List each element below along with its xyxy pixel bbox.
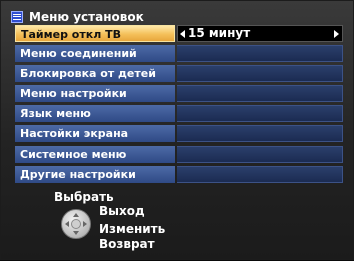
menu-list-icon xyxy=(11,11,23,23)
navigation-legend: Выбрать Выход Изменить Возврат xyxy=(1,187,354,261)
dpad-right-icon xyxy=(83,221,87,227)
arrow-left-icon[interactable] xyxy=(180,30,185,38)
menu-item-language[interactable]: Язык меню xyxy=(15,105,343,123)
menu-item-label: Таймер откл ТВ xyxy=(15,25,175,42)
menu-item-child-lock[interactable]: Блокировка от детей xyxy=(15,65,343,83)
menu-item-value-field xyxy=(177,105,343,123)
menu-item-label: Язык меню xyxy=(15,105,175,123)
menu-item-system[interactable]: Системное меню xyxy=(15,145,343,163)
dpad-down-icon xyxy=(73,231,79,235)
exit-hint: Выход xyxy=(99,204,145,218)
menu-item-label: Системное меню xyxy=(15,145,175,163)
back-hint: Возврат xyxy=(99,237,155,251)
sleep-timer-value[interactable]: 15 минут xyxy=(177,25,343,42)
menu-item-value-field xyxy=(177,65,343,83)
menu-item-display[interactable]: Настойки экрана xyxy=(15,125,343,143)
dpad-left-icon xyxy=(65,221,69,227)
change-hint: Изменить xyxy=(99,222,166,236)
menu-item-label: Блокировка от детей xyxy=(15,65,175,83)
menu-item-value-field xyxy=(177,165,343,183)
menu-item-label: Настойки экрана xyxy=(15,125,175,143)
menu-item-label: Меню настройки xyxy=(15,85,175,103)
menu-item-value-field xyxy=(177,85,343,103)
menu-title: Меню установок xyxy=(29,10,144,24)
menu-item-value-field xyxy=(177,45,343,63)
menu-item-tuning[interactable]: Меню настройки xyxy=(15,85,343,103)
menu-item-value-field xyxy=(177,145,343,163)
settings-menu: Таймер откл ТВ 15 минут Меню соединений … xyxy=(15,25,343,186)
sleep-timer-value-text: 15 минут xyxy=(188,26,251,40)
menu-item-label: Меню соединений xyxy=(15,45,175,63)
arrow-right-icon[interactable] xyxy=(334,30,339,38)
dpad-up-icon xyxy=(73,213,79,217)
menu-item-sleep-timer[interactable]: Таймер откл ТВ 15 минут xyxy=(15,25,343,42)
select-hint: Выбрать xyxy=(54,190,114,204)
dpad-icon xyxy=(61,209,91,239)
menu-header: Меню установок xyxy=(11,7,144,27)
dpad-ok-icon xyxy=(71,219,81,229)
menu-item-label: Другие настройки xyxy=(15,165,175,183)
tv-settings-screen: Меню установок Таймер откл ТВ 15 минут М… xyxy=(0,0,354,260)
menu-item-connections[interactable]: Меню соединений xyxy=(15,45,343,63)
menu-item-value-field xyxy=(177,125,343,143)
menu-item-other[interactable]: Другие настройки xyxy=(15,165,343,183)
